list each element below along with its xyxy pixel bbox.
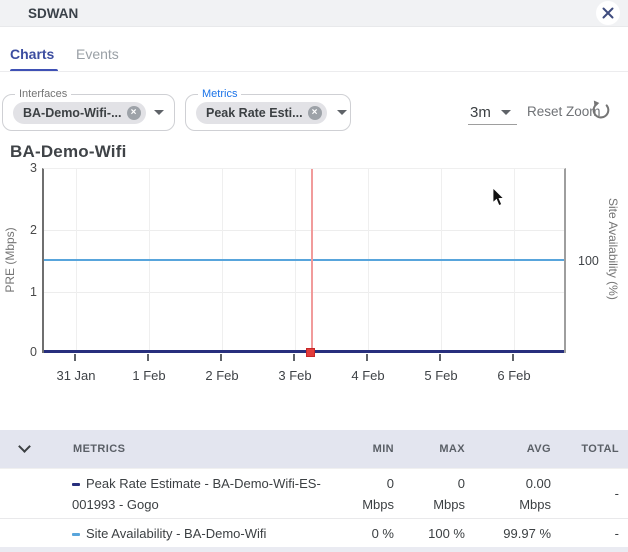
close-icon [602, 7, 614, 19]
h-gridline [44, 292, 564, 293]
v-gridline [295, 169, 296, 353]
tabs-divider [0, 71, 628, 72]
sdwan-panel: SDWAN Charts Events Interfaces BA-Demo-W… [0, 0, 628, 552]
panel-title: SDWAN [28, 0, 78, 27]
crosshair-marker [306, 348, 315, 357]
metrics-chip[interactable]: Peak Rate Esti... × [196, 102, 327, 124]
metrics-select[interactable]: Metrics Peak Rate Esti... × [185, 94, 351, 131]
crosshair-line [311, 169, 313, 353]
metric-name: Site Availability - BA-Demo-Wifi [86, 526, 266, 541]
x-label: 5 Feb [411, 368, 471, 383]
right-axis-title: Site Availability (%) [606, 198, 620, 300]
col-total: TOTAL [535, 430, 619, 468]
y-tick-1: 1 [20, 285, 37, 299]
interfaces-chip-label: BA-Demo-Wifi-... [23, 106, 122, 120]
x-tick [74, 354, 76, 361]
x-tick [439, 354, 441, 361]
right-axis-tick: 100 [578, 254, 599, 268]
metrics-content: Peak Rate Esti... × [186, 95, 350, 130]
refresh-icon [590, 99, 612, 121]
series-legend-marker [72, 483, 80, 486]
x-label: 2 Feb [192, 368, 252, 383]
time-range-value: 3m [470, 104, 491, 121]
metric-name-cell: Peak Rate Estimate - BA-Demo-Wifi-ES-001… [72, 469, 326, 518]
table-row[interactable]: Site Availability - BA-Demo-Wifi 0 % 100… [0, 518, 628, 547]
v-gridline [514, 169, 515, 353]
interfaces-select[interactable]: Interfaces BA-Demo-Wifi-... × [2, 94, 175, 131]
chevron-down-icon[interactable] [337, 110, 347, 115]
remove-icon[interactable]: × [127, 106, 141, 120]
chevron-down-icon [501, 110, 511, 115]
metric-name: Peak Rate Estimate - BA-Demo-Wifi-ES-001… [72, 476, 321, 512]
time-range-select[interactable]: 3m [468, 100, 517, 125]
y-tick-0: 0 [20, 345, 37, 359]
v-gridline [368, 169, 369, 353]
x-axis [42, 353, 566, 363]
v-gridline [76, 169, 77, 353]
interfaces-chip[interactable]: BA-Demo-Wifi-... × [13, 102, 146, 124]
refresh-button[interactable] [590, 99, 614, 123]
x-label: 4 Feb [338, 368, 398, 383]
h-gridline [44, 230, 564, 231]
next-section-strip [0, 547, 628, 552]
y-tick-3: 3 [20, 161, 37, 175]
table-header: METRICS MIN MAX AVG TOTAL [0, 430, 628, 468]
table-row[interactable]: Peak Rate Estimate - BA-Demo-Wifi-ES-001… [0, 468, 628, 518]
v-gridline [222, 169, 223, 353]
metrics-chip-label: Peak Rate Esti... [206, 106, 303, 120]
col-max: MAX [381, 430, 465, 468]
remove-icon[interactable]: × [308, 106, 322, 120]
x-label: 1 Feb [119, 368, 179, 383]
series-legend-marker [72, 533, 80, 536]
x-tick [220, 354, 222, 361]
v-gridline [441, 169, 442, 353]
interfaces-content: BA-Demo-Wifi-... × [3, 95, 174, 130]
x-label: 6 Feb [484, 368, 544, 383]
max-value: 100 % [381, 519, 465, 547]
tab-charts[interactable]: Charts [10, 46, 54, 62]
max-value: 0 Mbps [381, 469, 465, 518]
col-metrics: METRICS [73, 430, 313, 468]
metric-name-cell: Site Availability - BA-Demo-Wifi [72, 519, 326, 547]
y-tick-2: 2 [20, 223, 37, 237]
collapse-chevron-icon[interactable] [18, 440, 31, 453]
x-tick [147, 354, 149, 361]
titlebar: SDWAN [0, 0, 628, 27]
left-axis-title: PRE (Mbps) [3, 220, 17, 300]
mouse-cursor-icon [492, 188, 506, 213]
x-tick [366, 354, 368, 361]
close-button[interactable] [596, 1, 620, 25]
series-site-availability-line [44, 259, 564, 261]
metrics-label: Metrics [198, 88, 241, 100]
x-label: 3 Feb [265, 368, 325, 383]
x-tick [293, 354, 295, 361]
x-tick [512, 354, 514, 361]
chart-plot-area[interactable] [42, 168, 566, 353]
total-value: - [535, 469, 619, 518]
v-gridline [149, 169, 150, 353]
chart-title: BA-Demo-Wifi [10, 142, 127, 162]
x-label: 31 Jan [46, 368, 106, 383]
tab-events[interactable]: Events [76, 46, 119, 62]
interfaces-label: Interfaces [15, 88, 71, 100]
total-value: - [535, 519, 619, 547]
chevron-down-icon[interactable] [154, 110, 164, 115]
